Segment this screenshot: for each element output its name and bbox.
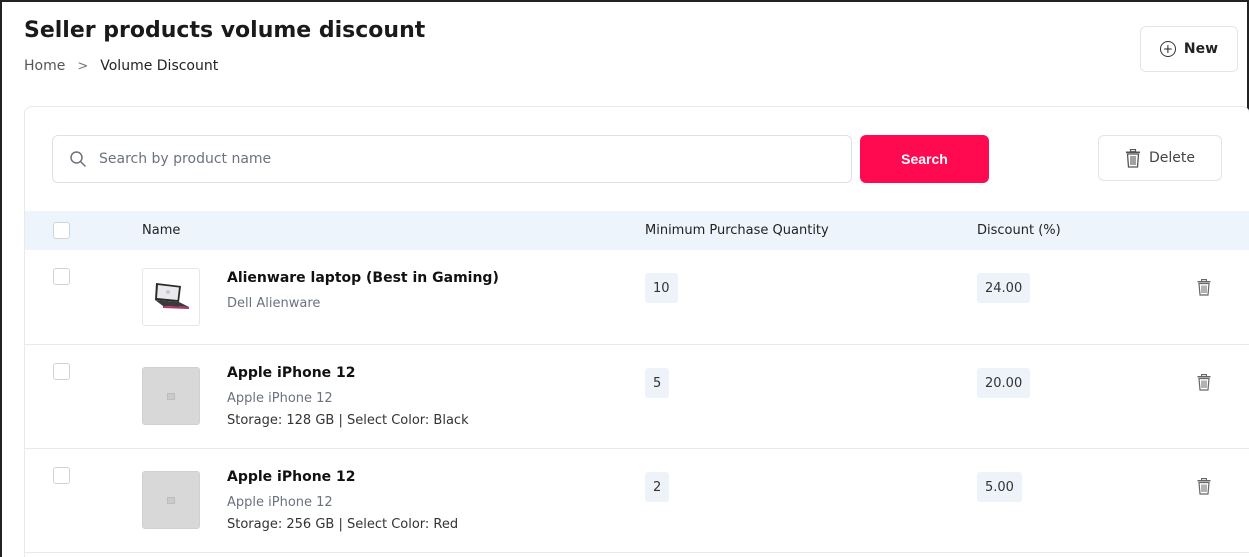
breadcrumb-separator: > xyxy=(77,58,89,74)
product-name[interactable]: Alienware laptop (Best in Gaming) xyxy=(227,270,499,286)
plus-circle-icon: + xyxy=(1159,41,1176,57)
select-all-checkbox[interactable] xyxy=(53,222,70,239)
new-button-label: New xyxy=(1183,41,1219,57)
breadcrumb-home[interactable]: Home xyxy=(24,58,65,74)
product-name[interactable]: Apple iPhone 12 xyxy=(227,365,356,381)
column-header-name: Name xyxy=(142,223,181,238)
image-placeholder-icon xyxy=(167,496,175,504)
row-trash-icon[interactable] xyxy=(1197,374,1211,391)
min-qty-value: 5 xyxy=(645,368,670,398)
product-variant: Storage: 256 GB | Select Color: Red xyxy=(227,517,459,532)
product-name[interactable]: Apple iPhone 12 xyxy=(227,469,356,485)
min-qty-value: 10 xyxy=(645,273,678,303)
column-header-min-qty: Minimum Purchase Quantity xyxy=(645,223,829,238)
product-image-placeholder xyxy=(142,471,200,529)
column-header-discount: Discount (%) xyxy=(977,223,1061,238)
table-row: Apple iPhone 12 Apple iPhone 12 Storage:… xyxy=(25,345,1249,449)
table-row: Apple iPhone 12 Apple iPhone 12 Storage:… xyxy=(25,449,1249,553)
search-icon xyxy=(70,151,86,167)
new-button[interactable]: + New xyxy=(1140,26,1238,72)
delete-button-label: Delete xyxy=(1149,150,1195,166)
product-image-placeholder xyxy=(142,367,200,425)
discount-value: 24.00 xyxy=(977,273,1031,303)
page-title: Seller products volume discount xyxy=(24,18,426,43)
row-checkbox[interactable] xyxy=(53,268,70,285)
search-box xyxy=(52,135,852,183)
discount-value: 5.00 xyxy=(977,472,1022,502)
search-input[interactable] xyxy=(99,151,799,167)
min-qty-value: 2 xyxy=(645,472,670,502)
breadcrumb: Home > Volume Discount xyxy=(24,58,218,74)
breadcrumb-current: Volume Discount xyxy=(100,58,219,74)
volume-discount-card: Search Delete Name Minimum Purchase Quan… xyxy=(24,106,1249,557)
product-image xyxy=(142,268,200,326)
row-trash-icon[interactable] xyxy=(1197,279,1211,296)
product-subtitle: Dell Alienware xyxy=(227,296,321,311)
row-checkbox[interactable] xyxy=(53,467,70,484)
laptop-image xyxy=(155,283,189,309)
row-trash-icon[interactable] xyxy=(1197,478,1211,495)
product-subtitle: Apple iPhone 12 xyxy=(227,391,333,406)
product-subtitle: Apple iPhone 12 xyxy=(227,495,333,510)
image-placeholder-icon xyxy=(167,392,175,400)
search-button[interactable]: Search xyxy=(860,135,989,183)
trash-icon xyxy=(1126,148,1140,168)
table-row: Alienware laptop (Best in Gaming) Dell A… xyxy=(25,250,1249,345)
search-button-label: Search xyxy=(901,151,948,167)
table-header: Name Minimum Purchase Quantity Discount … xyxy=(25,211,1249,250)
row-checkbox[interactable] xyxy=(53,363,70,380)
delete-button[interactable]: Delete xyxy=(1098,135,1222,181)
discount-value: 20.00 xyxy=(977,368,1031,398)
product-variant: Storage: 128 GB | Select Color: Black xyxy=(227,413,469,428)
